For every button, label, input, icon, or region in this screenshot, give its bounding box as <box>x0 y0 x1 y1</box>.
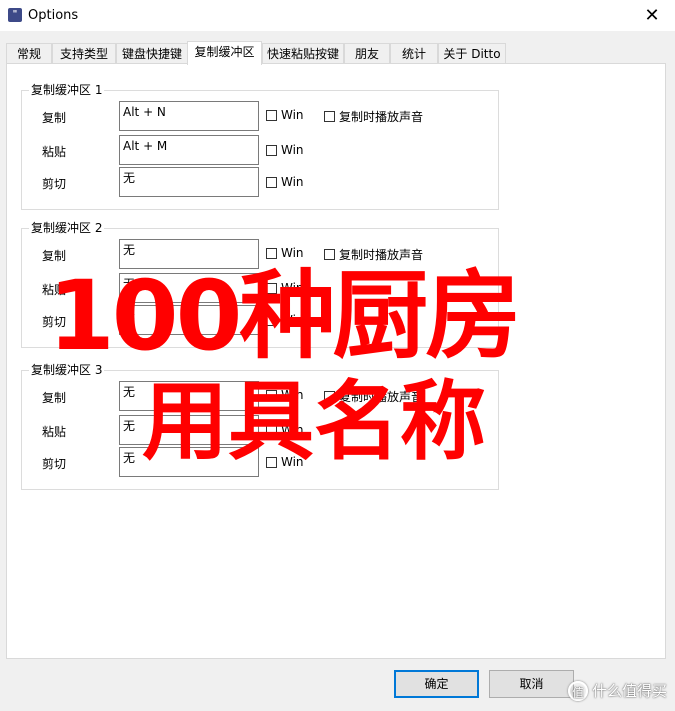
checkbox-icon <box>324 111 335 122</box>
tab-supported-types[interactable]: 支持类型 <box>52 43 116 64</box>
paste-hotkey-field[interactable]: Alt + M <box>119 135 259 165</box>
cut-hotkey-field[interactable]: 无 <box>119 167 259 197</box>
watermark-logo-icon: 值 <box>567 680 588 701</box>
checkbox-icon <box>324 249 335 260</box>
cut-label: 剪切 <box>42 177 67 191</box>
copy-label: 复制 <box>42 391 67 405</box>
cut-win-checkbox[interactable]: Win <box>266 175 304 189</box>
checkbox-icon <box>266 176 277 188</box>
tab-friends[interactable]: 朋友 <box>344 43 390 64</box>
paste-label: 粘贴 <box>42 425 67 439</box>
tab-about-ditto[interactable]: 关于 Ditto <box>438 43 506 64</box>
copy-hotkey-field[interactable]: Alt + N <box>119 101 259 131</box>
paste-label: 粘贴 <box>42 145 67 159</box>
tab-copy-buffers[interactable]: 复制缓冲区 <box>187 41 262 65</box>
watermark-text: 什么值得买 <box>591 682 667 700</box>
site-watermark: 值 什么值得买 <box>567 680 667 701</box>
copy-buffer-group-1: 复制缓冲区 1 复制 Alt + N Win 复制时播放声音 粘贴 Alt + … <box>21 83 499 210</box>
ok-button[interactable]: 确定 <box>394 670 479 698</box>
checkbox-icon <box>266 109 277 121</box>
close-icon[interactable]: ✕ <box>629 0 675 31</box>
group-title: 复制缓冲区 2 <box>29 221 105 235</box>
checkbox-icon <box>266 247 277 259</box>
checkbox-icon <box>266 144 277 156</box>
cancel-button[interactable]: 取消 <box>489 670 574 698</box>
window-title: Options <box>28 8 79 23</box>
tab-keyboard-shortcuts[interactable]: 键盘快捷键 <box>116 43 188 64</box>
cut-label: 剪切 <box>42 457 67 471</box>
ditto-app-icon: " <box>8 8 22 22</box>
copy-label: 复制 <box>42 111 67 125</box>
overlay-headline-line-2: 用具名称 <box>142 372 486 472</box>
group-title: 复制缓冲区 1 <box>29 83 105 97</box>
play-sound-checkbox[interactable]: 复制时播放声音 <box>324 108 423 125</box>
paste-win-checkbox[interactable]: Win <box>266 143 304 157</box>
copy-win-checkbox[interactable]: Win <box>266 246 304 260</box>
tab-quick-paste-keys[interactable]: 快速粘贴按键 <box>262 43 344 64</box>
overlay-headline-line-1: 100种厨房 <box>48 260 521 372</box>
copy-win-checkbox[interactable]: Win <box>266 108 304 122</box>
title-bar: " Options ✕ <box>0 0 675 31</box>
tab-general[interactable]: 常规 <box>6 43 52 64</box>
tab-statistics[interactable]: 统计 <box>390 43 438 64</box>
